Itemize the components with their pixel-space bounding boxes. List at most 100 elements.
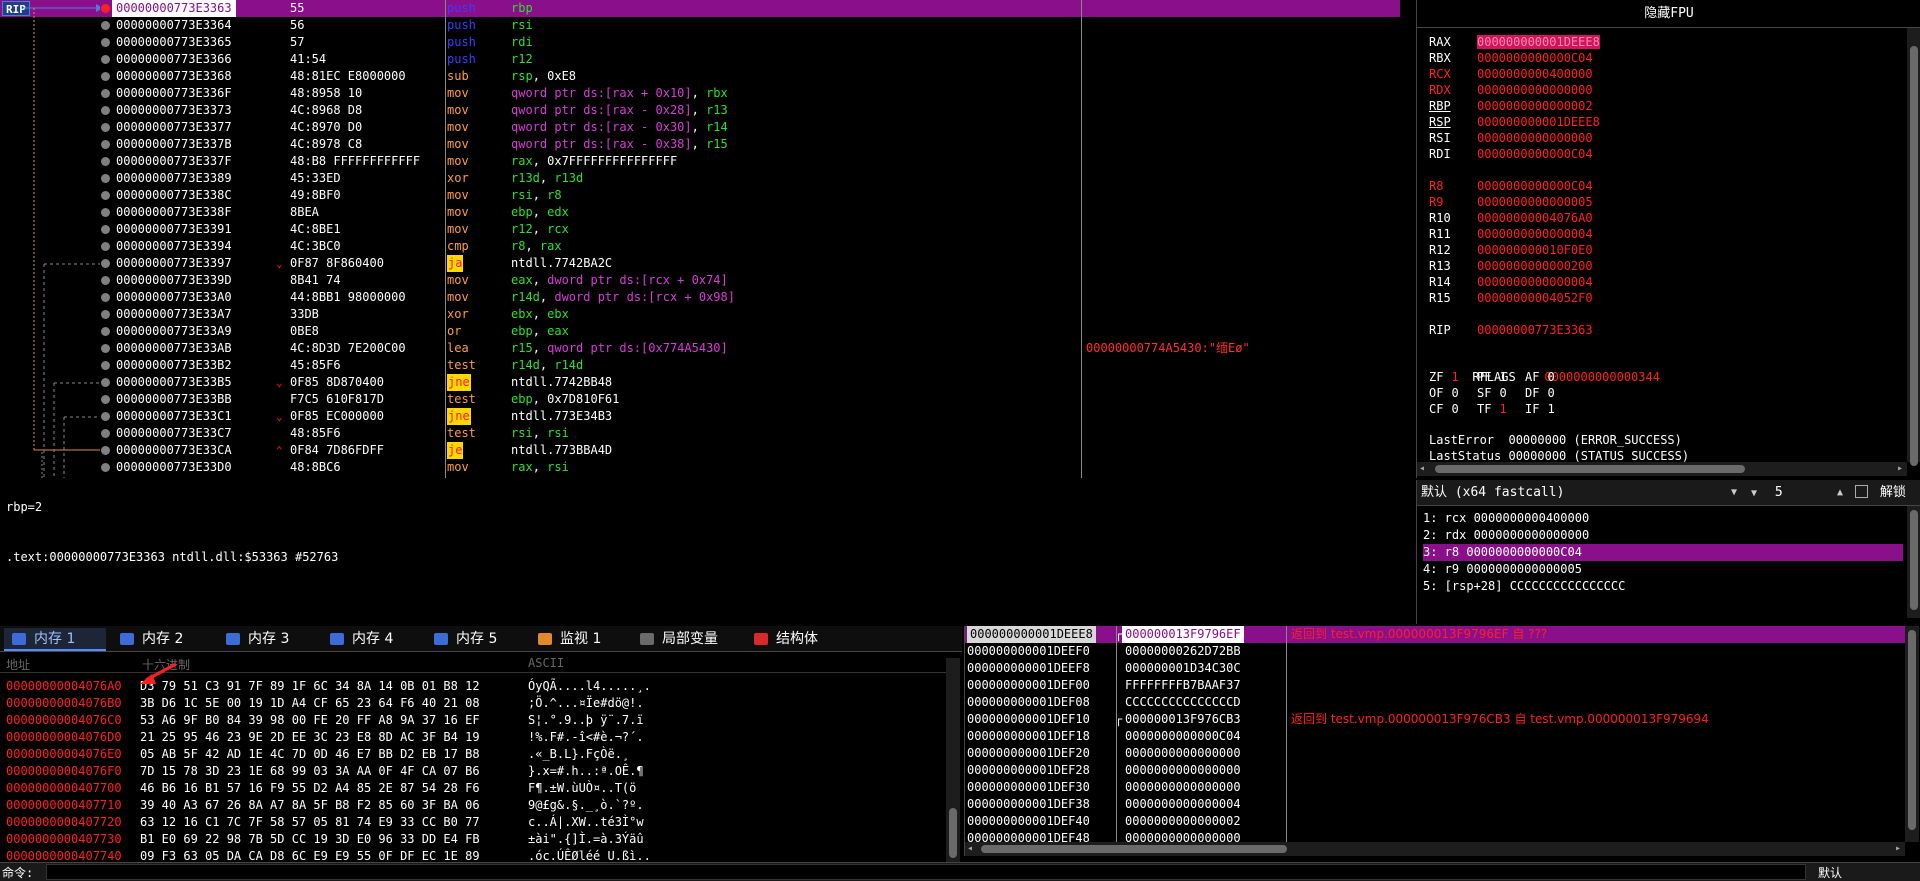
flag-if[interactable]: IF 1 xyxy=(1525,401,1573,417)
tab-4[interactable]: 内存 4 xyxy=(322,628,424,651)
breakpoint-dot[interactable] xyxy=(101,293,110,302)
disasm-row[interactable]: 00000000773E336F 48:8958 10 mov qword ptr d… xyxy=(0,85,1400,102)
register-row[interactable]: RSI 0000000000000000 xyxy=(1429,130,1593,146)
breakpoint-dot[interactable] xyxy=(101,446,110,455)
dump-hex[interactable]: 53 A6 9F B0 84 39 98 00 FE 20 FF A8 9A 3… xyxy=(140,712,480,729)
arg-item[interactable]: 3: r8 0000000000000C04 xyxy=(1423,544,1903,561)
disasm-row[interactable]: 00000000773E337B 4C:8978 C8 mov qword ptr d… xyxy=(0,136,1400,153)
tab-8[interactable]: 结构体 xyxy=(746,628,858,651)
breakpoint-dot[interactable] xyxy=(101,72,110,81)
flag-sf[interactable]: SF 0 xyxy=(1477,385,1525,401)
stack-row[interactable]: 000000000001DEF00 FFFFFFFFB7BAAF37 xyxy=(965,677,1915,694)
tab-7[interactable]: 局部变量 xyxy=(632,628,734,651)
stack-value[interactable]: 0000000000000000 xyxy=(1125,745,1241,762)
disasm-row[interactable]: 00000000773E33D0 48:8BC6 mov rax, rsi xyxy=(0,459,1400,476)
stack-row[interactable]: 000000000001DEF08 CCCCCCCCCCCCCCCD xyxy=(965,694,1915,711)
breakpoint-dot[interactable] xyxy=(101,412,110,421)
breakpoint-dot[interactable] xyxy=(101,157,110,166)
register-value[interactable]: 000000000001DEEE8 xyxy=(1477,35,1600,49)
register-value[interactable]: 0000000000000000 xyxy=(1477,83,1593,97)
register-value[interactable]: 0000000000000200 xyxy=(1477,259,1593,273)
disasm-row[interactable]: 00000000773E338C 49:8BF0 mov rsi, r8 xyxy=(0,187,1400,204)
stack-vscroll[interactable] xyxy=(1905,626,1919,842)
disasm-row[interactable]: 00000000773E3368 48:81EC E8000000 sub rsp, … xyxy=(0,68,1400,85)
disasm-row[interactable]: 00000000773E33AB 4C:8D3D 7E200C00 lea r15, … xyxy=(0,340,1400,357)
register-row[interactable]: R11 0000000000000004 xyxy=(1429,226,1593,242)
disasm-row[interactable]: 00000000773E3373 4C:8968 D8 mov qword ptr d… xyxy=(0,102,1400,119)
disasm-row[interactable]: 00000000773E339D 8B41 74 mov eax, dword ptr… xyxy=(0,272,1400,289)
stack-row[interactable]: ┌ 000000000001DEF10 000000013F976CB3 返回到 te… xyxy=(965,711,1915,728)
stack-value[interactable]: FFFFFFFFB7BAAF37 xyxy=(1125,677,1241,694)
breakpoint-dot[interactable] xyxy=(101,344,110,353)
breakpoint-dot[interactable] xyxy=(101,208,110,217)
breakpoint-dot[interactable] xyxy=(101,395,110,404)
register-value[interactable]: 00000000004076A0 xyxy=(1477,211,1593,225)
register-row[interactable]: R8 0000000000000C04 xyxy=(1429,178,1593,194)
register-value[interactable]: 00000000773E3363 xyxy=(1477,323,1593,337)
stack-value[interactable]: 000000013F9796EF xyxy=(1122,626,1244,643)
stack-value[interactable]: 0000000000000002 xyxy=(1125,813,1241,830)
disasm-row[interactable]: 00000000773E3389 45:33ED xor r13d, r13d xyxy=(0,170,1400,187)
disasm-row[interactable]: ⌃ 00000000773E33CA 0F84 7D86FDFF je ntdll.77… xyxy=(0,442,1400,459)
tab-2[interactable]: 内存 2 xyxy=(112,628,214,651)
stack-value[interactable]: 000000013F976CB3 xyxy=(1125,711,1241,728)
convention-select[interactable]: 默认 (x64 fastcall) ▼ xyxy=(1421,483,1743,503)
breakpoint-dot[interactable] xyxy=(101,4,110,13)
stack-row[interactable]: 000000000001DEEF8 000000001D34C30C xyxy=(965,660,1915,677)
breakpoint-dot[interactable] xyxy=(101,21,110,30)
stack-row[interactable]: 000000000001DEF28 0000000000000000 xyxy=(965,762,1915,779)
register-value[interactable]: 0000000000000C04 xyxy=(1477,179,1593,193)
disasm-row[interactable]: RIP 00000000773E3363 55 push rbp xyxy=(0,0,1400,17)
register-value[interactable]: 0000000000000C04 xyxy=(1477,51,1593,65)
regs-hscroll[interactable]: ◂ ▸ xyxy=(1417,462,1907,476)
stack-row[interactable]: 000000000001DEF38 0000000000000004 xyxy=(965,796,1915,813)
breakpoint-dot[interactable] xyxy=(101,89,110,98)
flag-zf[interactable]: ZF 1 xyxy=(1429,369,1477,385)
flag-af[interactable]: AF 0 xyxy=(1525,369,1573,385)
flag-tf[interactable]: TF 1 xyxy=(1477,401,1525,417)
breakpoint-dot[interactable] xyxy=(101,327,110,336)
stack-value[interactable]: CCCCCCCCCCCCCCCD xyxy=(1125,694,1241,711)
breakpoint-dot[interactable] xyxy=(101,55,110,64)
arg-item[interactable]: 5: [rsp+28] CCCCCCCCCCCCCCCC xyxy=(1423,578,1903,595)
disasm-row[interactable]: 00000000773E3377 4C:8970 D0 mov qword ptr d… xyxy=(0,119,1400,136)
register-value[interactable]: 000000000001DEEE8 xyxy=(1477,115,1600,129)
register-value[interactable]: 0000000000000002 xyxy=(1477,99,1593,113)
register-value[interactable]: 0000000000000004 xyxy=(1477,275,1593,289)
breakpoint-dot[interactable] xyxy=(101,259,110,268)
breakpoint-dot[interactable] xyxy=(101,140,110,149)
stack-row[interactable]: ┌ 000000000001DEEE8 000000013F9796EF 返回到 te… xyxy=(965,626,1915,643)
command-input[interactable] xyxy=(46,864,1806,880)
disasm-row[interactable]: 00000000773E33A7 33DB xor ebx, ebx xyxy=(0,306,1400,323)
stack-row[interactable]: 000000000001DEEF0 00000000262D72BB xyxy=(965,643,1915,660)
breakpoint-dot[interactable] xyxy=(101,242,110,251)
dump-hex[interactable]: D3 79 51 C3 91 7F 89 1F 6C 34 8A 14 0B 0… xyxy=(140,678,480,695)
tab-5[interactable]: 内存 5 xyxy=(426,628,528,651)
stack-view[interactable]: ┌ 000000000001DEEE8 000000013F9796EF 返回到 te… xyxy=(964,626,1920,856)
register-value[interactable]: 0000000000000004 xyxy=(1477,227,1593,241)
register-row[interactable]: R13 0000000000000200 xyxy=(1429,258,1593,274)
stack-row[interactable]: 000000000001DEF18 0000000000000C04 xyxy=(965,728,1915,745)
register-row[interactable]: R14 0000000000000004 xyxy=(1429,274,1593,290)
register-value[interactable]: 0000000000000000 xyxy=(1477,131,1593,145)
stack-row[interactable]: 000000000001DEF30 0000000000000000 xyxy=(965,779,1915,796)
breakpoint-dot[interactable] xyxy=(101,225,110,234)
hide-fpu-button[interactable]: 隐藏FPU xyxy=(1417,0,1920,28)
disasm-row[interactable]: 00000000773E33C7 48:85F6 test rsi, rsi xyxy=(0,425,1400,442)
disassembly-view[interactable]: RIP 00000000773E3363 55 push rbp 00000000773E… xyxy=(0,0,1404,478)
tab-1[interactable]: 内存 1 xyxy=(4,628,106,651)
chevron-up-icon[interactable]: ▲ xyxy=(1837,483,1843,503)
stack-row[interactable]: 000000000001DEF40 0000000000000002 xyxy=(965,813,1915,830)
arg-item[interactable]: 2: rdx 0000000000000000 xyxy=(1423,527,1903,544)
disasm-row[interactable]: 00000000773E3394 4C:3BC0 cmp r8, rax xyxy=(0,238,1400,255)
stack-value[interactable]: 0000000000000C04 xyxy=(1125,728,1241,745)
stack-value[interactable]: 0000000000000004 xyxy=(1125,796,1241,813)
register-row[interactable]: RCX 0000000000400000 xyxy=(1429,66,1593,82)
disasm-row[interactable]: 00000000773E338F 8BEA mov ebp, edx xyxy=(0,204,1400,221)
register-row[interactable]: RIP 00000000773E3363 xyxy=(1429,322,1593,338)
dump-vscroll[interactable] xyxy=(946,658,960,868)
memory-dump[interactable]: 地址 十六进制 ASCII 00000000004076A0 D3 79 51 C… xyxy=(0,652,962,881)
register-row[interactable]: R12 000000000010F0E0 xyxy=(1429,242,1593,258)
disasm-row[interactable]: 00000000773E33A0 44:8BB1 98000000 mov r14d,… xyxy=(0,289,1400,306)
register-row[interactable]: RDI 0000000000000C04 xyxy=(1429,146,1593,162)
